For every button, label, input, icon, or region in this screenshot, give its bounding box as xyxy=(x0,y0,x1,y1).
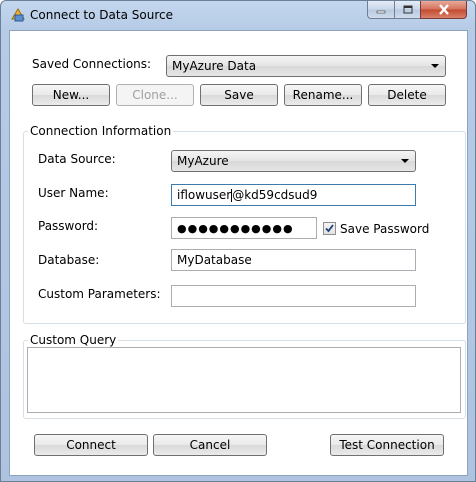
custom-query-textarea[interactable] xyxy=(27,347,461,413)
custom-parameters-field[interactable] xyxy=(171,285,416,307)
database-label: Database: xyxy=(38,253,100,267)
maximize-icon xyxy=(403,5,412,14)
close-button[interactable] xyxy=(420,1,467,19)
user-name-label: User Name: xyxy=(38,186,109,200)
chevron-down-icon xyxy=(401,159,409,163)
maximize-button[interactable] xyxy=(394,1,421,19)
saved-connections-combo[interactable]: MyAzure Data xyxy=(166,55,446,77)
data-source-value: MyAzure xyxy=(177,154,229,168)
saved-connections-value: MyAzure Data xyxy=(172,59,257,73)
password-value: ●●●●●●●●●●● xyxy=(177,222,294,235)
password-label: Password: xyxy=(38,219,99,233)
new-button[interactable]: New... xyxy=(32,84,110,106)
custom-parameters-label: Custom Parameters: xyxy=(38,287,161,301)
user-name-field[interactable]: iflowuser@kd59cdsud9 xyxy=(171,184,416,206)
custom-query-title: Custom Query xyxy=(28,333,119,347)
data-source-combo[interactable]: MyAzure xyxy=(171,150,416,172)
checkmark-icon xyxy=(325,224,334,233)
minimize-button[interactable] xyxy=(367,1,395,19)
dialog-body: Saved Connections: MyAzure Data New... C… xyxy=(9,30,468,476)
close-icon xyxy=(438,4,449,15)
rename-button[interactable]: Rename... xyxy=(284,84,362,106)
user-name-value-start: iflowuser xyxy=(177,188,232,202)
test-connection-button[interactable]: Test Connection xyxy=(330,434,444,456)
save-button[interactable]: Save xyxy=(200,84,278,106)
title-bar[interactable]: Connect to Data Source xyxy=(1,1,475,29)
save-password-checkbox[interactable] xyxy=(323,222,336,235)
save-password-label: Save Password xyxy=(340,222,430,236)
minimize-icon xyxy=(376,10,386,13)
clone-button[interactable]: Clone... xyxy=(116,84,194,106)
password-field[interactable]: ●●●●●●●●●●● xyxy=(171,217,317,239)
dialog-window: Connect to Data Source Saved Connections… xyxy=(0,0,476,482)
database-value: MyDatabase xyxy=(177,253,252,267)
saved-connections-label: Saved Connections: xyxy=(32,57,152,71)
database-connect-icon xyxy=(11,8,25,22)
chevron-down-icon xyxy=(431,64,439,68)
window-title: Connect to Data Source xyxy=(30,8,173,22)
data-source-label: Data Source: xyxy=(38,152,116,166)
cancel-button[interactable]: Cancel xyxy=(153,434,267,456)
connection-info-title: Connection Information xyxy=(28,124,174,138)
database-field[interactable]: MyDatabase xyxy=(171,249,416,271)
delete-button[interactable]: Delete xyxy=(368,84,446,106)
user-name-value-end: @kd59cdsud9 xyxy=(232,188,318,202)
connect-button[interactable]: Connect xyxy=(34,434,148,456)
